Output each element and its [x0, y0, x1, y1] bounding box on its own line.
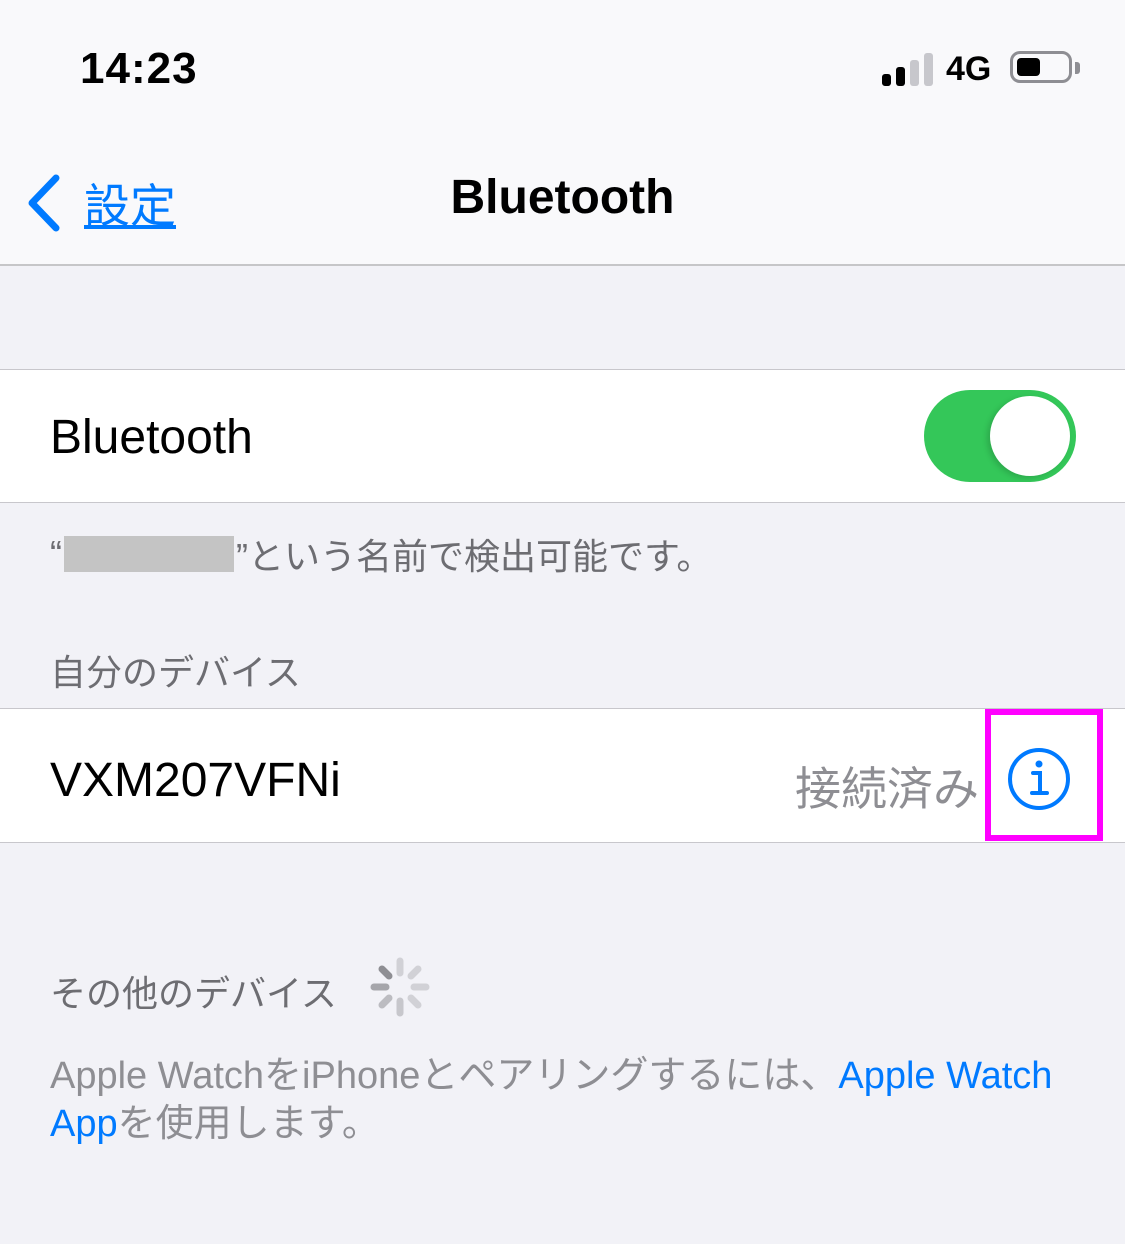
my-devices-header: 自分のデバイス	[50, 652, 301, 693]
navigation-bar: 設定 Bluetooth	[0, 140, 1125, 266]
device-name: VXM207VFNi	[50, 754, 341, 807]
other-devices-header: その他のデバイス	[50, 973, 337, 1014]
bluetooth-label: Bluetooth	[50, 411, 253, 464]
info-icon[interactable]	[1006, 746, 1072, 812]
page-title: Bluetooth	[450, 171, 675, 224]
status-time: 14:23	[80, 44, 198, 93]
battery-icon	[1010, 51, 1072, 83]
bluetooth-cell: Bluetooth	[0, 369, 1125, 503]
battery-tip	[1075, 62, 1080, 74]
discoverable-text: ”という名前で検出可能です。	[236, 536, 713, 577]
quote-open: “	[50, 533, 62, 574]
toggle-knob	[990, 396, 1070, 476]
bluetooth-toggle[interactable]	[924, 390, 1076, 482]
redacted-device-name	[64, 536, 234, 572]
status-bar: 14:23 4G	[0, 0, 1125, 140]
footer-text-end: を使用します。	[117, 1103, 380, 1145]
discoverable-note: “ ”という名前で検出可能です。	[50, 528, 712, 580]
device-status: 接続済み	[795, 763, 979, 815]
device-row[interactable]: VXM207VFNi 接続済み	[0, 708, 1125, 843]
cellular-signal-icon	[882, 52, 934, 86]
network-type: 4G	[946, 50, 992, 88]
footer-note: Apple WatchをiPhoneとペアリングするには、Apple Watch…	[50, 1052, 1090, 1148]
footer-text: Apple WatchをiPhoneとペアリングするには、	[50, 1055, 839, 1097]
loading-spinner-icon	[370, 957, 430, 1017]
